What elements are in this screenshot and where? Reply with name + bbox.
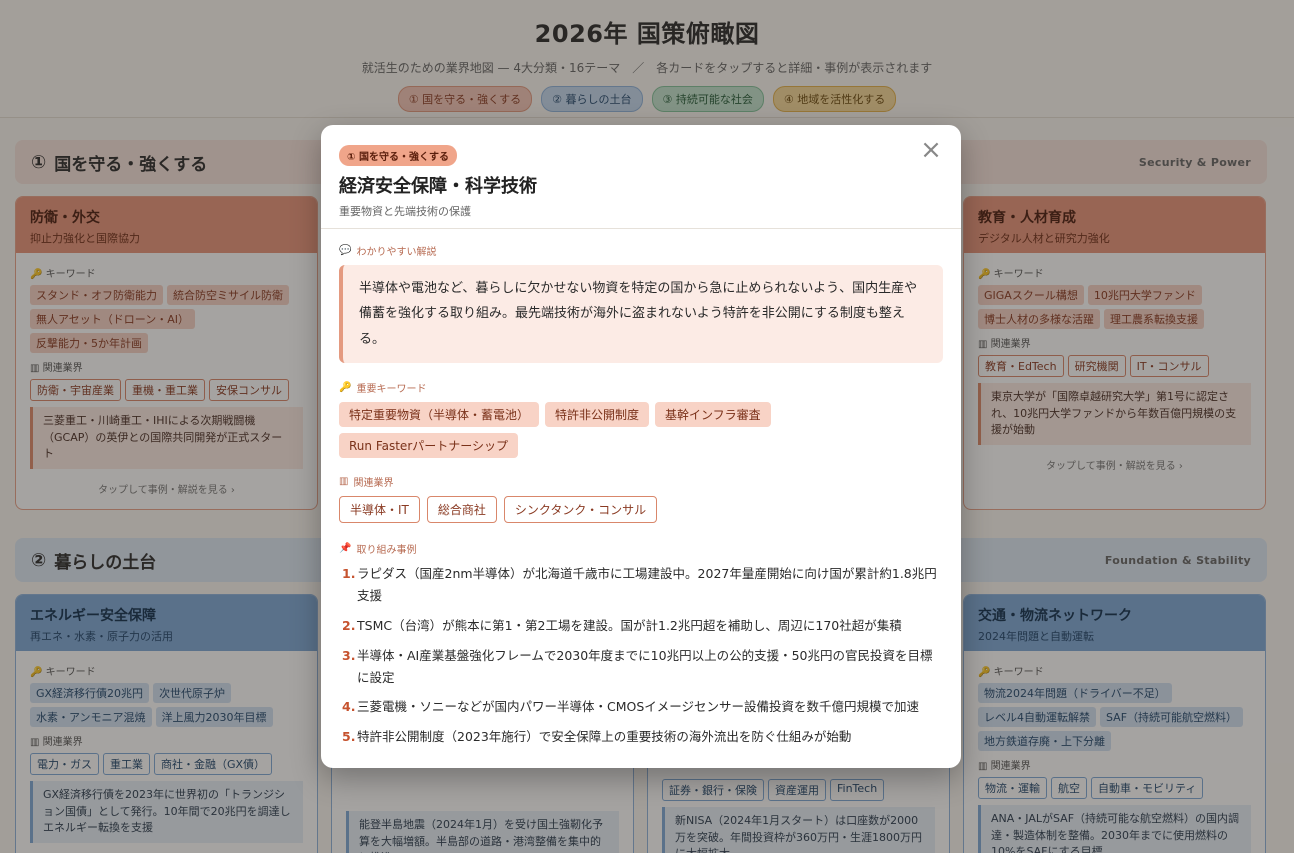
key-icon: 🔑 xyxy=(339,382,352,394)
case-number: 2. xyxy=(342,617,356,633)
case-text: 三菱電機・ソニーなどが国内パワー半導体・CMOSイメージセンサー設備投資を数千億… xyxy=(357,699,920,715)
industry-tag: 総合商社 xyxy=(426,496,497,524)
cases-label: 📌 取り組み事例 xyxy=(339,543,417,557)
keyword-tag: 特許非公開制度 xyxy=(545,402,650,428)
case-item: 5. 特許非公開制度（2023年施行）で安全保障上の重要技術の海外流出を防ぐ仕組み… xyxy=(339,726,943,748)
case-number: 5. xyxy=(342,729,356,745)
industry-tag: 半導体・IT xyxy=(339,496,420,524)
theme-detail-modal: ① 国を守る・強くする 経済安全保障・科学技術 重要物資と先端技術の保護 × 💬… xyxy=(321,125,961,768)
keyword-tag: 特定重要物資（半導体・蓄電池） xyxy=(339,402,540,428)
speech-bubble-icon: 💬 xyxy=(339,245,352,256)
category-badge: ① 国を守る・強くする xyxy=(339,145,457,166)
keyword-tag: Run Fasterパートナーシップ xyxy=(339,433,519,459)
keyword-tags: 特定重要物資（半導体・蓄電池） 特許非公開制度 基幹インフラ審査 Run Fas… xyxy=(339,402,943,459)
industry-tags: 半導体・IT 総合商社 シンクタンク・コンサル xyxy=(339,496,943,524)
case-item: 4. 三菱電機・ソニーなどが国内パワー半導体・CMOSイメージセンサー設備投資を数… xyxy=(339,696,943,718)
industries-label: ▥ 関連業界 xyxy=(339,476,394,490)
industry-tag: シンクタンク・コンサル xyxy=(503,496,658,524)
modal-subtitle: 重要物資と先端技術の保護 xyxy=(339,205,471,218)
case-item: 3. 半導体・AI産業基盤強化フレームで2030年度までに10兆円以上の公的支援・… xyxy=(339,645,943,689)
case-item: 2. TSMC（台湾）が熊本に第1・第2工場を建設。国が計1.2兆円超を補助し、周… xyxy=(339,615,943,637)
case-item: 1. ラピダス（国産2nm半導体）が北海道千歳市に工場建設中。2027年量産開始に… xyxy=(339,563,943,607)
chart-icon: ▥ xyxy=(339,476,349,488)
explain-label: 💬 わかりやすい解説 xyxy=(339,245,437,258)
case-text: 半導体・AI産業基盤強化フレームで2030年度までに10兆円以上の公的支援・50… xyxy=(357,647,933,685)
case-number: 1. xyxy=(342,566,356,582)
keywords-label: 🔑 重要キーワード xyxy=(339,382,427,396)
explanation-text: 半導体や電池など、暮らしに欠かせない物資を特定の国から急に止められないよう、国内… xyxy=(339,265,943,364)
case-list: 1. ラピダス（国産2nm半導体）が北海道千歳市に工場建設中。2027年量産開始に… xyxy=(339,563,943,748)
modal-body: 💬 わかりやすい解説 半導体や電池など、暮らしに欠かせない物資を特定の国から急に… xyxy=(321,229,961,768)
case-number: 3. xyxy=(342,647,356,663)
modal-header: ① 国を守る・強くする 経済安全保障・科学技術 重要物資と先端技術の保護 × xyxy=(321,125,961,229)
close-icon[interactable]: × xyxy=(917,137,945,165)
case-number: 4. xyxy=(342,699,356,715)
keyword-tag: 基幹インフラ審査 xyxy=(655,402,771,428)
case-text: 特許非公開制度（2023年施行）で安全保障上の重要技術の海外流出を防ぐ仕組みが始… xyxy=(357,729,852,745)
modal-title: 経済安全保障・科学技術 xyxy=(339,176,537,197)
case-text: ラピダス（国産2nm半導体）が北海道千歳市に工場建設中。2027年量産開始に向け… xyxy=(357,566,937,603)
pin-icon: 📌 xyxy=(339,543,352,555)
case-text: TSMC（台湾）が熊本に第1・第2工場を建設。国が計1.2兆円超を補助し、周辺に… xyxy=(357,617,902,633)
